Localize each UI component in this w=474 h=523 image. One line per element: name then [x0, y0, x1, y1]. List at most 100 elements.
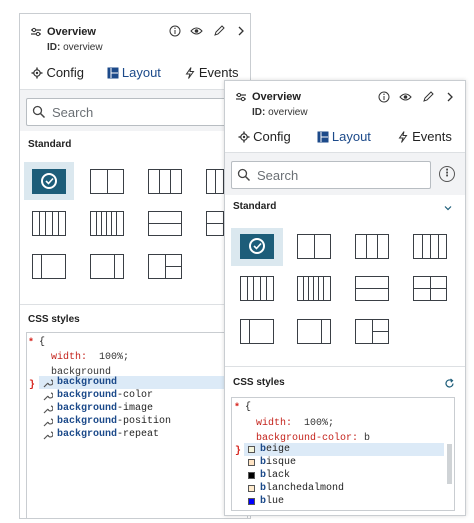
autocomplete-item[interactable]: b lack [244, 469, 444, 482]
tab-bar: Config Layout Events [20, 65, 250, 86]
autocomplete-item[interactable]: b lanchedalmond [244, 482, 444, 495]
layout-option-two-columns[interactable] [297, 234, 331, 259]
wrench-icon [43, 391, 53, 401]
tab-config[interactable]: Config [31, 65, 84, 86]
color-swatch [248, 459, 255, 466]
error-marker: * [28, 338, 35, 349]
wrench-icon [43, 430, 53, 440]
layout-option-split-rows-left[interactable] [148, 254, 182, 279]
eye-icon[interactable] [399, 90, 412, 103]
layout-option-grid-2x2[interactable] [413, 276, 447, 301]
sliders-icon [30, 26, 42, 38]
layout-option-five-columns[interactable] [32, 211, 66, 236]
layout-option-two-columns[interactable] [90, 169, 124, 194]
search-input[interactable] [257, 167, 430, 183]
chevron-right-icon[interactable] [234, 24, 247, 37]
layout-option-wide-left[interactable] [297, 319, 331, 344]
code-brace-open: { [245, 402, 252, 413]
component-title: Overview [47, 26, 96, 38]
color-swatch [248, 472, 255, 479]
search-icon [32, 105, 46, 119]
css-section-title: CSS styles [28, 314, 80, 325]
autocomplete-scrollbar[interactable] [447, 444, 452, 484]
layout-option-single-selected[interactable] [240, 234, 274, 259]
layout-option-wide-left[interactable] [90, 254, 124, 279]
divider [20, 304, 250, 305]
autocomplete-item[interactable]: b eige [244, 443, 444, 456]
component-id: ID: overview [252, 107, 308, 118]
tab-config-label: Config [46, 65, 85, 80]
css-editor[interactable]: * { width: 100%; background } background… [26, 332, 248, 518]
layout-option-six-columns[interactable] [90, 211, 124, 236]
search-icon [237, 168, 251, 182]
tab-events[interactable]: Events [397, 129, 452, 150]
check-icon [41, 173, 57, 189]
search-input[interactable] [52, 104, 243, 120]
header-actions [377, 90, 456, 103]
component-id: ID: overview [47, 42, 103, 53]
layout-option-sidebar-left[interactable] [32, 254, 66, 279]
info-icon[interactable] [377, 90, 390, 103]
wrench-icon [43, 417, 53, 427]
layout-grid-icon [107, 67, 119, 79]
tab-config[interactable]: Config [238, 129, 291, 150]
tab-layout-label: Layout [331, 129, 371, 144]
chevron-down-icon[interactable] [443, 203, 453, 213]
layout-option-three-columns[interactable] [355, 234, 389, 259]
gear-icon [31, 67, 43, 79]
id-value: overview [63, 42, 103, 53]
info-icon[interactable] [168, 24, 181, 37]
autocomplete-item[interactable]: b lue [244, 495, 444, 508]
refresh-icon[interactable] [444, 378, 455, 389]
more-options-icon[interactable]: ⋮ [439, 166, 455, 182]
eye-icon[interactable] [190, 24, 203, 37]
chevron-right-icon[interactable] [443, 90, 456, 103]
search-box[interactable] [231, 161, 431, 189]
layout-option-two-rows[interactable] [148, 211, 182, 236]
layout-option-sidebar-left[interactable] [240, 319, 274, 344]
css-editor[interactable]: * { width: 100%; background-color: b } b… [231, 397, 455, 511]
pencil-icon[interactable] [212, 24, 225, 37]
id-label: ID: [252, 107, 266, 118]
id-value: overview [268, 107, 308, 118]
component-title-row: Overview [235, 91, 301, 103]
search-box[interactable] [26, 98, 244, 126]
sliders-icon [235, 91, 247, 103]
code-prop-width: width: [256, 418, 293, 429]
layout-option-five-columns[interactable] [240, 276, 274, 301]
autocomplete-item[interactable]: background -color [39, 389, 245, 402]
autocomplete-item[interactable]: background -position [39, 415, 245, 428]
component-title-row: Overview [30, 26, 96, 38]
color-swatch [248, 485, 255, 492]
autocomplete-item[interactable]: background [39, 376, 245, 389]
layout-option-split-rows-left[interactable] [355, 319, 389, 344]
wrench-icon [43, 404, 53, 414]
tab-layout[interactable]: Layout [107, 65, 161, 86]
search-area: ⋮ [225, 152, 465, 195]
standard-section-title: Standard [28, 139, 72, 150]
divider [225, 366, 465, 367]
layout-grid-icon [317, 131, 329, 143]
layout-option-six-columns[interactable] [297, 276, 331, 301]
wrench-icon [43, 378, 53, 388]
back-inspector-panel: Overview ID: overview Config Layout Even… [19, 13, 251, 519]
lightning-icon [397, 130, 409, 143]
layout-option-three-columns[interactable] [148, 169, 182, 194]
code-val-width: 100%; [298, 418, 335, 429]
gear-icon [238, 131, 250, 143]
check-icon [249, 238, 265, 254]
tab-events-label: Events [198, 65, 239, 80]
layout-option-single-selected[interactable] [32, 169, 66, 194]
autocomplete-list: b eige b isque b lack b lanchedalmond b lue [244, 443, 444, 509]
code-prop-width: width: [51, 352, 88, 363]
layout-option-four-columns[interactable] [413, 234, 447, 259]
tab-layout[interactable]: Layout [317, 129, 371, 150]
pencil-icon[interactable] [421, 90, 434, 103]
code-brace-close: } [235, 446, 242, 457]
autocomplete-item[interactable]: b isque [244, 456, 444, 469]
layout-option-two-rows[interactable] [355, 276, 389, 301]
autocomplete-item[interactable]: background -repeat [39, 428, 245, 441]
color-swatch [248, 446, 255, 453]
code-val-width: 100%; [93, 352, 130, 363]
autocomplete-item[interactable]: background -image [39, 402, 245, 415]
